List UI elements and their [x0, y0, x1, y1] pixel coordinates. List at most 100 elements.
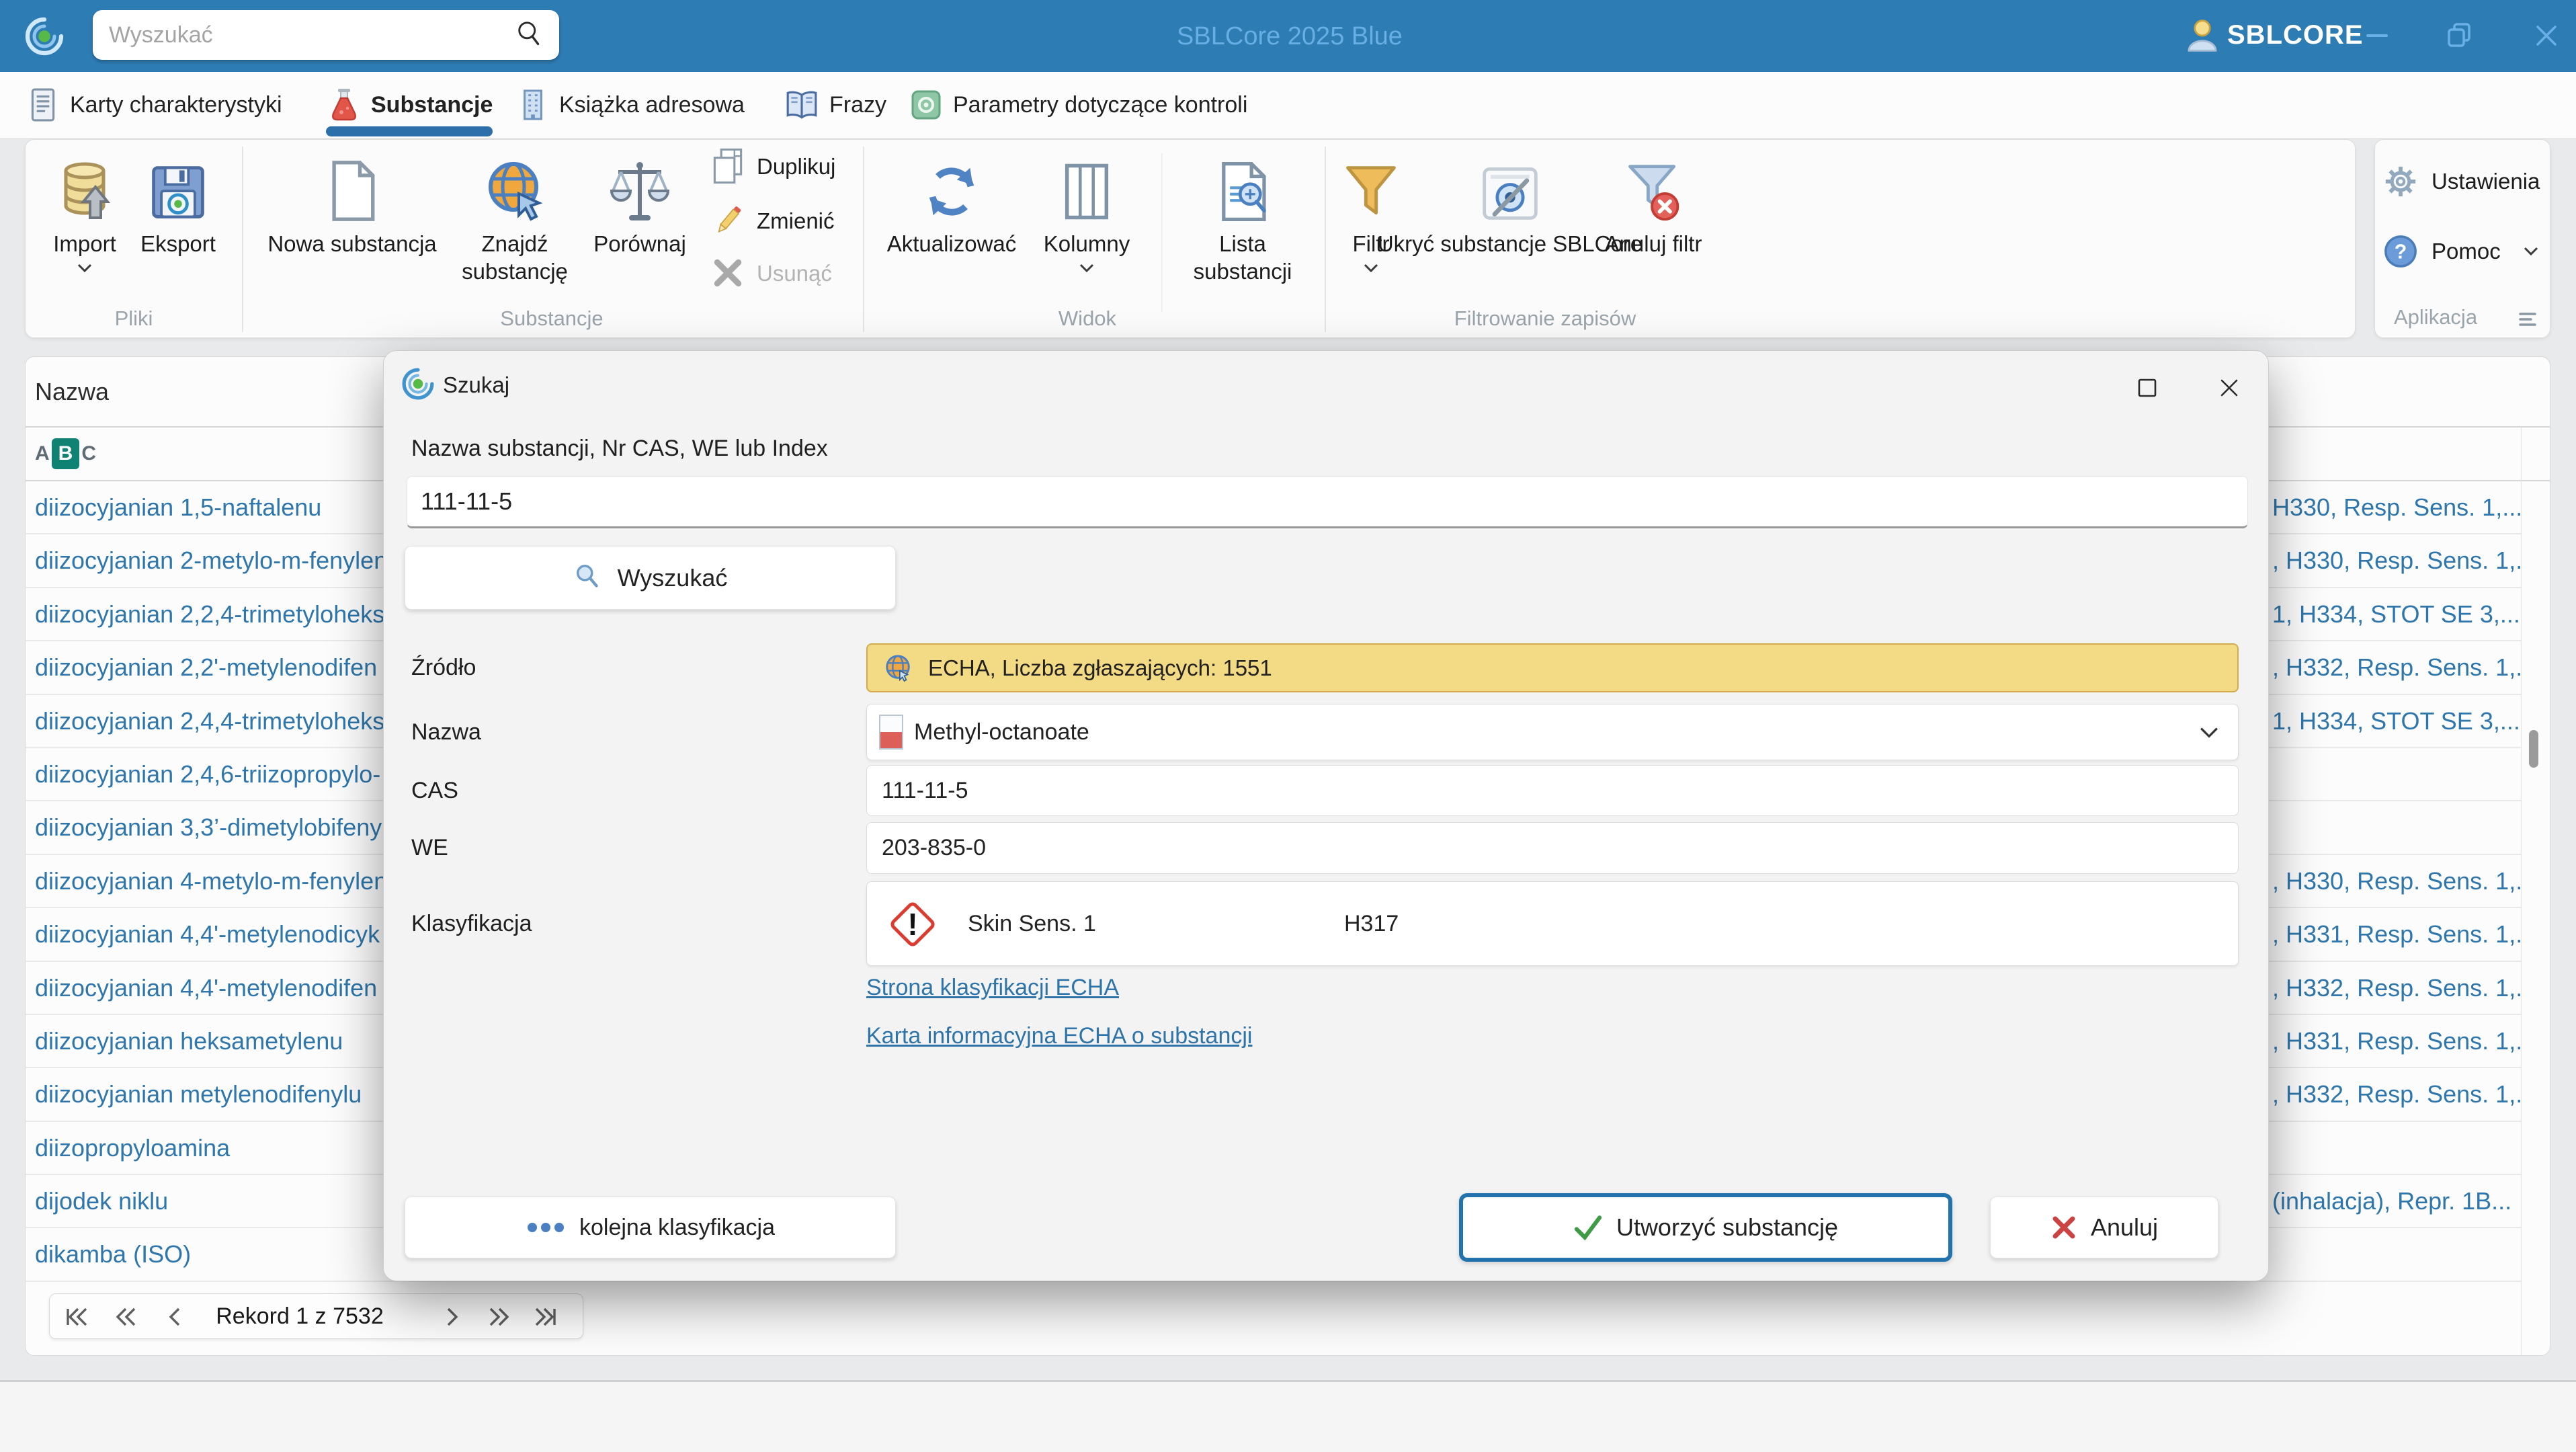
active-tab-indicator — [326, 126, 493, 136]
ribbon-toolbar: Import Eksport Pliki Nowa substancja Zna… — [25, 139, 2356, 338]
book-icon — [785, 88, 819, 122]
delete-x-icon — [710, 255, 746, 291]
classification-field[interactable]: ! Skin Sens. 1 H317 — [866, 881, 2239, 966]
row-classification: (inhalacja), Repr. 1B... — [2272, 1187, 2512, 1215]
button-label: Wyszukać — [617, 563, 728, 592]
row-classification: H330, Resp. Sens. 1,... — [2272, 493, 2521, 521]
tab-frazy[interactable]: Frazy — [785, 72, 886, 138]
name-value: Methyl-octanoate — [914, 719, 1089, 745]
dialog-maximize-button[interactable] — [2136, 376, 2159, 399]
settings-button[interactable]: Ustawienia — [2382, 163, 2540, 200]
check-icon — [1573, 1214, 1603, 1241]
button-label: Porównaj — [593, 231, 686, 256]
substance-list-button[interactable]: Lista substancji — [1172, 148, 1313, 285]
cancel-button[interactable]: Anuluj — [1990, 1197, 2218, 1258]
export-button[interactable]: Eksport — [124, 148, 232, 257]
minimize-button[interactable] — [2354, 15, 2401, 56]
svg-text:?: ? — [2395, 241, 2407, 264]
account-name[interactable]: SBLCORE — [2227, 20, 2364, 50]
ribbon-group-label: Pliki — [114, 307, 153, 330]
chevron-down-icon — [77, 264, 92, 273]
next-record-button[interactable] — [438, 1303, 465, 1330]
cas-field[interactable]: 111-11-5 — [866, 765, 2239, 816]
columns-icon — [1057, 148, 1116, 223]
ribbon-group-label: Aplikacja — [2394, 305, 2478, 329]
svg-text:!: ! — [907, 907, 917, 942]
row-classification: , H332, Resp. Sens. 1,... — [2272, 1080, 2521, 1108]
source-field[interactable]: ECHA, Liczba zgłaszających: 1551 — [866, 643, 2239, 692]
duplicate-button[interactable]: Duplikuj — [710, 145, 835, 188]
row-classification: , H331, Resp. Sens. 1,... — [2272, 920, 2521, 949]
record-pager: Rekord 1 z 7532 — [49, 1293, 583, 1339]
button-label: Pomoc — [2432, 239, 2501, 264]
previous-record-button[interactable] — [162, 1303, 189, 1330]
button-label: Lista substancji — [1193, 231, 1292, 284]
search-icon[interactable] — [515, 19, 546, 50]
name-dropdown[interactable]: Methyl-octanoate — [866, 704, 2239, 760]
help-button[interactable]: ? Pomoc — [2382, 233, 2540, 270]
group-separator — [1325, 147, 1326, 332]
window-title: SBLCore 2025 Blue — [1177, 22, 1403, 50]
edit-button[interactable]: Zmienić — [710, 199, 835, 242]
row-classification: 1, H334, STOT SE 3,... — [2272, 707, 2520, 735]
substance-search-input[interactable] — [407, 476, 2248, 528]
button-label: Ustawienia — [2432, 169, 2540, 194]
button-label: Zmienić — [757, 208, 835, 233]
we-field[interactable]: 203-835-0 — [866, 822, 2239, 874]
ribbon-group-label: Substancje — [500, 307, 604, 330]
cancel-filter-button[interactable]: Anuluj filtr — [1596, 148, 1710, 257]
chevron-down-icon — [1364, 264, 1378, 273]
control-target-icon — [910, 89, 942, 121]
dots-icon — [526, 1219, 566, 1236]
tab-label: Książka adresowa — [559, 91, 745, 118]
title-bar: SBLCore 2025 Blue SBLCORE — [0, 0, 2576, 72]
compare-button[interactable]: Porównaj — [566, 148, 714, 257]
record-counter: Rekord 1 z 7532 — [216, 1303, 384, 1329]
cancel-x-icon — [2050, 1214, 2077, 1241]
chevron-down-icon — [2524, 247, 2538, 256]
search-icon — [573, 563, 604, 594]
tab-label: Karty charakterystyki — [70, 91, 282, 118]
restore-button[interactable] — [2436, 15, 2483, 56]
global-search-input[interactable] — [93, 22, 515, 48]
button-label: Aktualizować — [886, 231, 1017, 256]
last-record-button[interactable] — [532, 1303, 559, 1330]
button-label: Anuluj filtr — [1604, 231, 1702, 256]
fast-previous-button[interactable] — [113, 1303, 140, 1330]
separator — [1161, 153, 1163, 312]
close-button[interactable] — [2523, 15, 2570, 56]
dialog-search-button[interactable]: Wyszukać — [405, 546, 896, 610]
another-classification-button[interactable]: kolejna klasyfikacja — [405, 1197, 896, 1258]
tab-karty-charakterystyki[interactable]: Karty charakterystyki — [27, 72, 282, 138]
columns-button[interactable]: Kolumny — [1009, 148, 1164, 274]
group-options-icon[interactable] — [2518, 311, 2538, 328]
echa-classification-link[interactable]: Strona klasyfikacji ECHA — [866, 975, 1119, 1001]
delete-button[interactable]: Usunąć — [710, 251, 832, 294]
echa-infocard-link[interactable]: Karta informacyjna ECHA o substancji — [866, 1023, 1252, 1049]
classification-code: H317 — [1344, 911, 1399, 936]
classification-column-fragments: H330, Resp. Sens. 1,... , H330, Resp. Se… — [2272, 481, 2521, 1282]
dialog-close-button[interactable] — [2218, 376, 2241, 399]
global-search-box — [93, 10, 559, 60]
button-label: Nowa substancja — [267, 231, 437, 256]
tab-parametry-dotyczace-kontroli[interactable]: Parametry dotyczące kontroli — [910, 72, 1247, 138]
fast-next-button[interactable] — [485, 1303, 512, 1330]
chevron-down-icon — [2200, 727, 2218, 738]
text-filter-icon: ABC — [35, 438, 96, 469]
source-label: Źródło — [411, 655, 476, 680]
first-record-button[interactable] — [63, 1303, 90, 1330]
button-label: kolejna klasyfikacja — [579, 1214, 776, 1240]
create-substance-button[interactable]: Utworzyć substancję — [1459, 1193, 1952, 1262]
refresh-icon — [920, 148, 983, 223]
datasheet-icon — [27, 87, 59, 122]
floppy-export-icon — [147, 148, 209, 223]
globe-search-icon — [483, 148, 547, 223]
application-window: SBLCore 2025 Blue SBLCORE — [0, 0, 2576, 1452]
vertical-scrollbar-thumb[interactable] — [2529, 730, 2538, 768]
user-icon[interactable] — [2183, 16, 2222, 55]
refresh-button[interactable]: Aktualizować — [871, 148, 1032, 257]
tab-ksiazka-adresowa[interactable]: Książka adresowa — [517, 72, 745, 138]
cas-label: CAS — [411, 778, 458, 803]
button-label: Utworzyć substancję — [1616, 1213, 1839, 1241]
import-button[interactable]: Import — [31, 148, 138, 274]
